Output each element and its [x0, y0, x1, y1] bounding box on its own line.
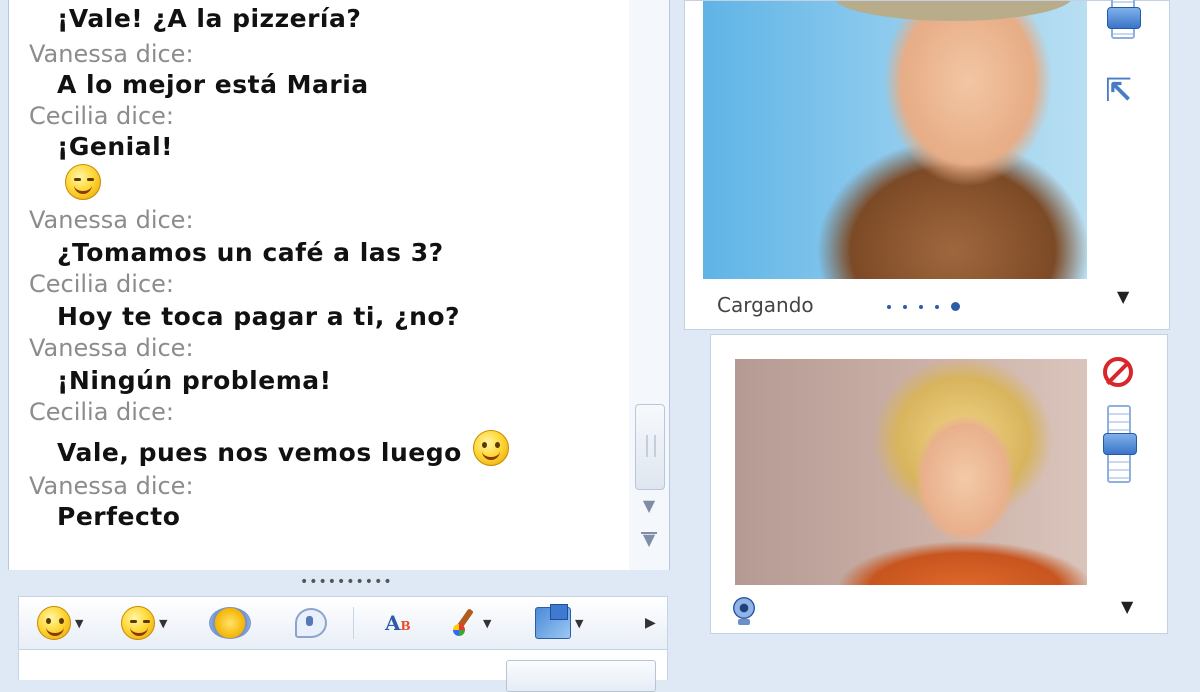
- toolbar-more-button[interactable]: ▶: [645, 605, 656, 641]
- loading-dots-icon: [887, 293, 972, 317]
- font-icon: AB: [385, 611, 411, 635]
- chevron-right-icon: ▶: [645, 615, 656, 631]
- nudge-icon: [209, 607, 251, 639]
- expand-icon[interactable]: ⇱: [1105, 71, 1132, 109]
- brush-icon: [449, 608, 479, 638]
- message-text: Hoy te toca pagar a ti, ¿no?: [57, 302, 461, 331]
- message-sender: Vanessa dice:: [29, 472, 194, 500]
- smile-emoticon-icon: [37, 606, 71, 640]
- contact-video-panel: ⇱ Cargando ▼: [684, 0, 1170, 330]
- chevron-down-icon: ▼: [159, 616, 168, 630]
- toolbar-divider: [353, 607, 354, 639]
- conversation-history[interactable]: ¡Vale! ¿A la pizzería? Vanessa dice: A l…: [8, 0, 670, 570]
- block-icon[interactable]: [1103, 357, 1133, 387]
- slider-knob[interactable]: [1107, 7, 1141, 29]
- message-sender: Cecilia dice:: [29, 398, 175, 426]
- self-video-panel: ▼: [710, 334, 1168, 634]
- message-sender: Cecilia dice:: [29, 102, 175, 130]
- message-text: A lo mejor está Maria: [57, 70, 369, 99]
- scroll-thumb[interactable]: [635, 404, 665, 490]
- video-status: Cargando: [717, 293, 960, 317]
- message-text-content: Vale, pues nos vemos luego: [57, 438, 462, 467]
- wink-emoticon-icon: [65, 164, 101, 200]
- message-text: ¿Tomamos un café a las 3?: [57, 238, 444, 267]
- wink-button[interactable]: ▼: [121, 605, 167, 641]
- history-scrollbar[interactable]: ▼ ▼: [629, 0, 669, 570]
- video-status-text: Cargando: [717, 293, 814, 317]
- message-text: Vale, pues nos vemos luego: [57, 430, 510, 467]
- self-volume-slider[interactable]: [1103, 405, 1137, 483]
- message-text: ¡Genial!: [57, 132, 174, 161]
- font-icon-sub: B: [400, 619, 411, 633]
- wink-emoticon-icon: [121, 606, 155, 640]
- self-video-image: [735, 359, 1087, 585]
- message-text: Perfecto: [57, 502, 181, 531]
- message-text: ¡Vale! ¿A la pizzería?: [57, 4, 362, 33]
- message-sender: Cecilia dice:: [29, 270, 175, 298]
- chevron-down-icon: ▼: [483, 616, 492, 630]
- smile-emoticon-icon: [473, 430, 510, 466]
- font-icon-letter: A: [385, 611, 401, 635]
- chevron-down-icon[interactable]: ▼: [1117, 287, 1129, 306]
- compose-toolbar: ▼ ▼ AB ▼ ▼ ▶: [18, 596, 668, 650]
- contact-volume-slider[interactable]: [1107, 0, 1141, 39]
- voice-clip-button[interactable]: [295, 605, 327, 641]
- message-sender: Vanessa dice:: [29, 334, 194, 362]
- emoticon-button[interactable]: ▼: [37, 605, 83, 641]
- message-sender: Vanessa dice:: [29, 40, 194, 68]
- contact-video-image: [703, 1, 1087, 279]
- nudge-button[interactable]: [209, 605, 251, 641]
- message-sender: Vanessa dice:: [29, 206, 194, 234]
- slider-knob[interactable]: [1103, 433, 1137, 455]
- send-button[interactable]: [506, 660, 656, 692]
- chevron-down-icon: ▼: [75, 616, 84, 630]
- background-icon: [535, 604, 571, 639]
- voice-clip-icon: [295, 608, 327, 638]
- webcam-icon[interactable]: [733, 597, 755, 625]
- background-button[interactable]: ▼: [535, 604, 584, 641]
- chevron-down-icon: ▼: [575, 616, 584, 630]
- message-text: ¡Ningún problema!: [57, 366, 332, 395]
- scroll-down-icon[interactable]: ▼: [637, 496, 661, 516]
- text-color-button[interactable]: ▼: [449, 605, 491, 641]
- font-button[interactable]: AB: [385, 605, 411, 641]
- chevron-down-icon[interactable]: ▼: [1121, 597, 1133, 616]
- pane-splitter-handle[interactable]: ••••••••••: [300, 574, 393, 590]
- scroll-to-end-icon[interactable]: ▼: [637, 530, 661, 554]
